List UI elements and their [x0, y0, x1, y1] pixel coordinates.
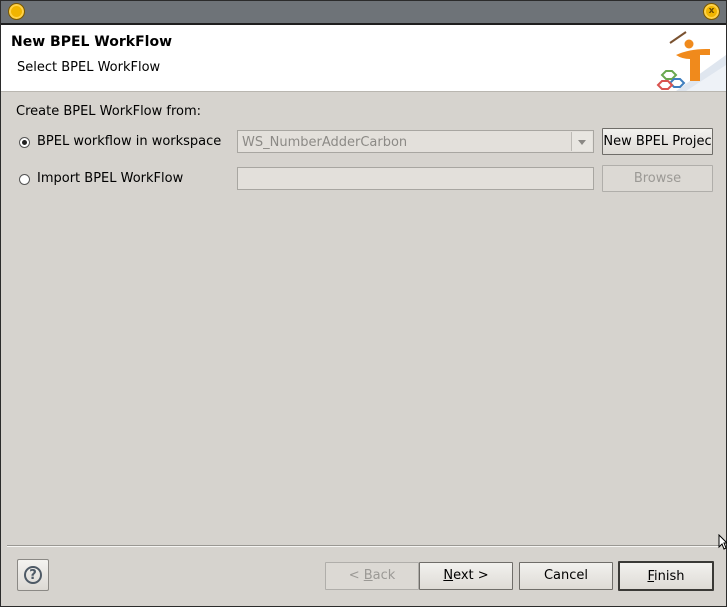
next-rest: ext > — [453, 568, 489, 583]
workflow-combo-value: WS_NumberAdderCarbon — [242, 135, 408, 150]
workflow-combo[interactable]: WS_NumberAdderCarbon — [237, 130, 594, 153]
dialog-window: x New BPEL WorkFlow Select BPEL WorkFlow… — [0, 0, 727, 607]
chevron-down-icon — [578, 140, 586, 145]
mouse-cursor-icon — [718, 534, 727, 550]
back-button[interactable]: < Back — [325, 562, 419, 590]
import-path-field[interactable] — [237, 167, 594, 190]
radio-workspace[interactable] — [19, 137, 30, 148]
combo-dropdown-button[interactable] — [571, 132, 592, 151]
finish-rest: inish — [654, 569, 685, 584]
wizard-body: Create BPEL WorkFlow from: BPEL workflow… — [1, 93, 726, 543]
back-prefix: < — [348, 568, 364, 583]
page-subtitle: Select BPEL WorkFlow — [17, 60, 161, 75]
back-mnemonic: B — [363, 568, 373, 583]
help-button[interactable]: ? — [17, 559, 49, 591]
help-icon: ? — [24, 566, 42, 584]
radio-workspace-label[interactable]: BPEL workflow in workspace — [37, 134, 221, 149]
close-glyph: x — [708, 6, 715, 16]
next-button[interactable]: Next > — [419, 562, 513, 590]
footer-separator — [7, 545, 720, 547]
wizard-logo-icon — [656, 31, 726, 91]
browse-button[interactable]: Browse — [602, 165, 713, 192]
close-icon[interactable]: x — [703, 3, 720, 20]
page-title: New BPEL WorkFlow — [11, 34, 172, 50]
wizard-header: New BPEL WorkFlow Select BPEL WorkFlow — [1, 25, 726, 92]
window-menu-icon[interactable] — [8, 3, 25, 20]
back-rest: ack — [372, 568, 396, 583]
finish-button[interactable]: Finish — [618, 561, 714, 591]
radio-import-label[interactable]: Import BPEL WorkFlow — [37, 171, 183, 186]
title-bar[interactable]: x — [1, 1, 726, 25]
new-bpel-project-button[interactable]: New BPEL Projec — [602, 128, 713, 155]
cancel-button[interactable]: Cancel — [519, 562, 613, 590]
next-mnemonic: N — [443, 568, 454, 583]
group-label: Create BPEL WorkFlow from: — [16, 104, 202, 119]
radio-import[interactable] — [19, 174, 30, 185]
